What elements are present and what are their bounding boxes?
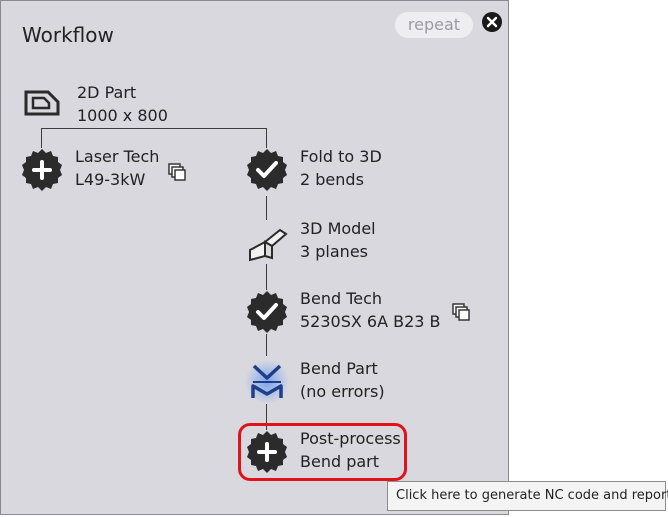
highlight-outline <box>238 423 407 481</box>
node-label: 3D Model <box>300 219 376 238</box>
node-label: Fold to 3D <box>300 147 382 166</box>
press-brake-icon <box>245 360 289 404</box>
plus-badge-icon <box>22 149 62 191</box>
connector-line <box>41 128 267 129</box>
bent-part-icon <box>249 228 288 262</box>
connector-line <box>266 264 267 290</box>
node-detail: (no errors) <box>300 382 385 401</box>
copy-settings-icon[interactable] <box>452 303 470 321</box>
workflow-panel: Workflow repeat 2D Part 1000 x 800 Laser… <box>0 0 509 515</box>
node-detail: 2 bends <box>300 170 364 189</box>
repeat-button[interactable]: repeat <box>395 12 473 38</box>
connector-line <box>266 334 267 356</box>
node-label: Laser Tech <box>75 147 160 166</box>
panel-title: Workflow <box>22 23 114 47</box>
node-detail: L49-3kW <box>75 170 146 189</box>
node-detail: 1000 x 800 <box>77 106 168 125</box>
connector-line <box>266 196 267 220</box>
tooltip: Click here to generate NC code and repor… <box>387 481 668 511</box>
part-outline-icon <box>24 90 60 116</box>
close-icon[interactable] <box>482 12 502 32</box>
connector-line <box>266 128 267 148</box>
copy-settings-icon[interactable] <box>168 163 186 181</box>
node-label: 2D Part <box>77 83 137 102</box>
check-badge-icon <box>247 291 287 333</box>
connector-line <box>41 128 42 148</box>
node-detail: 5230SX 6A B23 BM <box>300 312 440 331</box>
node-label: Bend Part <box>300 359 378 378</box>
node-label: Bend Tech <box>300 289 383 308</box>
node-detail: 3 planes <box>300 242 368 261</box>
check-badge-icon <box>247 149 287 191</box>
